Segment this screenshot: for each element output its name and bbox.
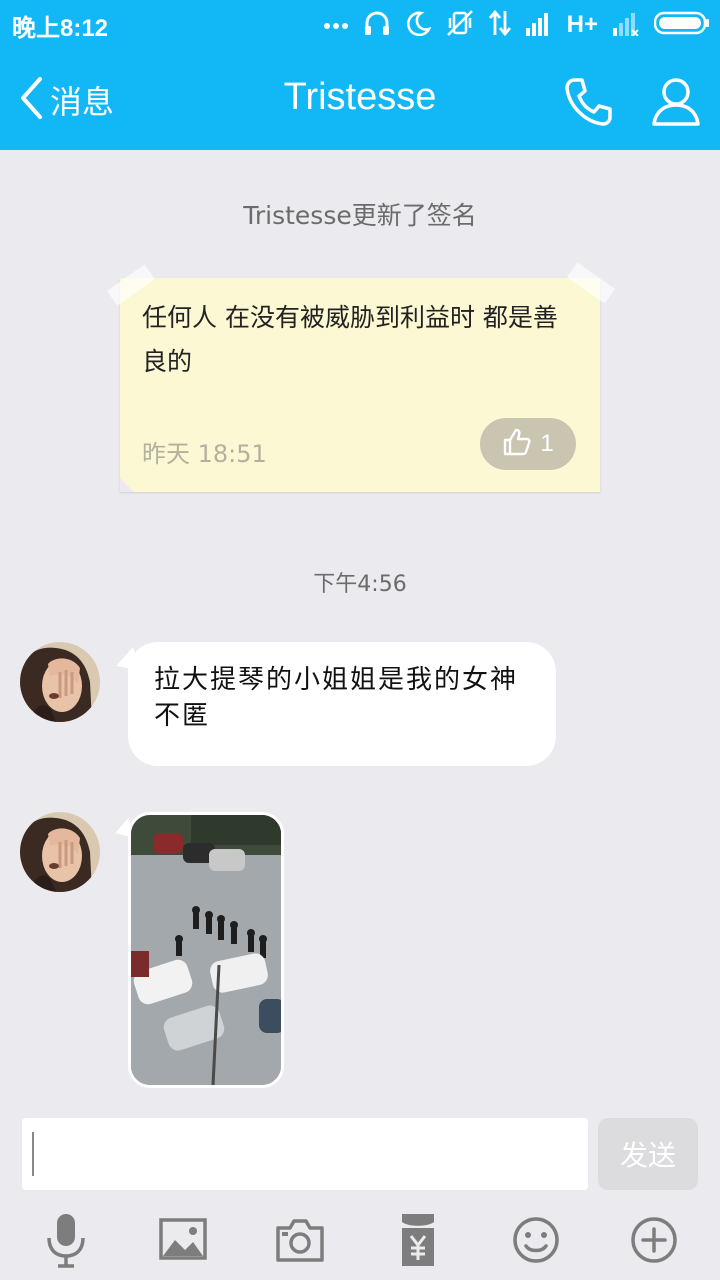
- battery-icon: [653, 11, 710, 39]
- red-packet-icon: [388, 1214, 448, 1274]
- chevron-left-icon: [18, 76, 44, 124]
- status-time: 晚上8:12: [12, 15, 109, 42]
- back-button[interactable]: 消息: [18, 76, 114, 124]
- like-count: 1: [540, 430, 554, 457]
- message-text: 拉大提琴的小姐姐是我的女神 不匿: [154, 665, 519, 731]
- plus-icon: [624, 1217, 684, 1274]
- avatar[interactable]: [20, 642, 100, 722]
- message-bubble[interactable]: 拉大提琴的小姐姐是我的女神 不匿: [128, 642, 556, 766]
- emoji-button[interactable]: [506, 1210, 566, 1270]
- phone-icon: [560, 78, 616, 134]
- image-button[interactable]: [153, 1210, 213, 1270]
- thumbs-up-icon: [502, 427, 532, 461]
- person-icon: [648, 78, 704, 134]
- voice-button[interactable]: [36, 1210, 96, 1270]
- red-packet-button[interactable]: [388, 1210, 448, 1270]
- page-fold: [120, 478, 134, 492]
- back-label: 消息: [50, 83, 115, 121]
- microphone-icon: [36, 1214, 96, 1274]
- message-input[interactable]: [22, 1118, 588, 1190]
- emoji-icon: [506, 1217, 566, 1274]
- signature-time: 昨天 18:51: [142, 440, 267, 468]
- network-type: H+: [566, 11, 598, 38]
- moon-icon: [405, 10, 432, 40]
- text-caret: [32, 1132, 34, 1176]
- signature-text: 任何人 在没有被威胁到利益时 都是善良的: [142, 303, 558, 376]
- message-timestamp: 下午4:56: [313, 572, 407, 597]
- camera-icon: [270, 1219, 330, 1274]
- data-arrows-icon: [488, 9, 511, 41]
- composer: 发送: [0, 1108, 720, 1280]
- signal-icon: [525, 10, 553, 40]
- send-button[interactable]: 发送: [598, 1118, 698, 1190]
- like-button[interactable]: 1: [480, 418, 576, 470]
- status-bar: 晚上8:12 H+: [0, 0, 720, 50]
- input-toolbar: [0, 1204, 720, 1276]
- vibrate-off-icon: [445, 9, 475, 41]
- signature-notice: Tristesse更新了签名: [243, 201, 477, 230]
- more-button[interactable]: [624, 1210, 684, 1270]
- chat-title: Tristesse: [283, 76, 437, 118]
- call-button[interactable]: [560, 74, 616, 130]
- camera-button[interactable]: [270, 1210, 330, 1270]
- image-message[interactable]: [128, 812, 284, 1088]
- image-icon: [153, 1218, 213, 1274]
- profile-button[interactable]: [648, 74, 704, 130]
- avatar[interactable]: [20, 812, 100, 892]
- headphones-icon: [363, 9, 391, 41]
- signal-weak-icon: [612, 10, 640, 40]
- more-dots-icon: [323, 16, 349, 35]
- chat-header: 消息 Tristesse: [0, 50, 720, 150]
- status-icons: H+: [323, 8, 710, 42]
- signature-card[interactable]: 任何人 在没有被威胁到利益时 都是善良的 昨天 18:51 1: [106, 262, 616, 492]
